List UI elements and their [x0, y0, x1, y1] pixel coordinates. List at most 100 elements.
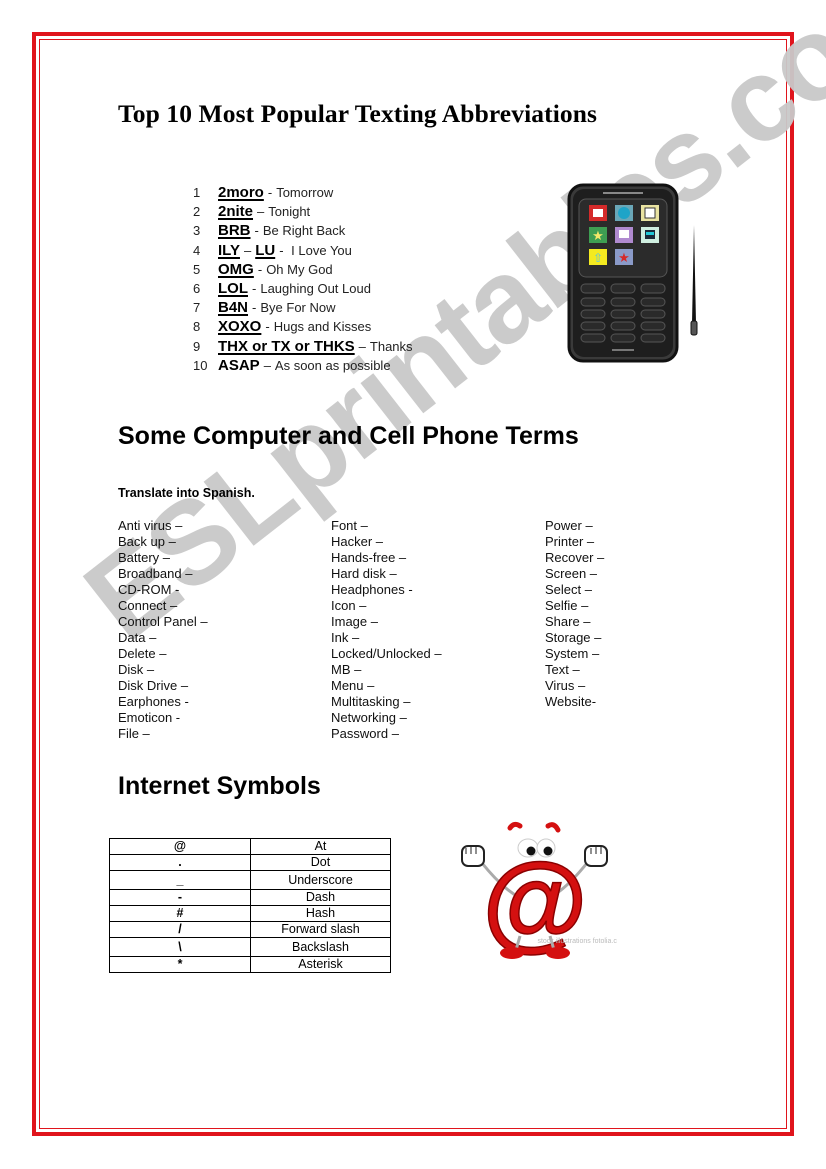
abbreviations-title: Top 10 Most Popular Texting Abbreviation… — [118, 99, 598, 128]
abbreviation-code: 2moro — [218, 184, 264, 201]
abbreviation-code: B4N — [218, 299, 249, 317]
abbreviation-number: 1 — [193, 185, 201, 200]
symbol-row: / Forward slash — [109, 921, 391, 938]
internet-symbols-table: @ At. Dot _ Underscore - Dash # Hash / Forward sla… — [109, 838, 391, 973]
abbreviation-number: 7 — [193, 300, 201, 316]
symbol-cell: . — [109, 854, 251, 871]
abbreviation-separator: - — [265, 319, 270, 335]
term-item: Locked/Unlocked – — [331, 646, 442, 661]
abbreviation-meaning: Bye For Now — [260, 300, 336, 316]
abbreviation-item: 2 2nite – Tonight — [193, 203, 413, 222]
abbreviation-separator: - — [257, 261, 263, 277]
abbreviation-meaning: Laughing Out Loud — [260, 280, 371, 296]
symbol-cell: # — [109, 905, 251, 922]
abbreviation-code: LOL — [218, 279, 248, 297]
term-item: Multitasking – — [331, 694, 411, 709]
term-item: Selfie – — [545, 598, 589, 613]
abbreviation-item: 9 THX or TX or THKS – Thanks — [193, 338, 413, 357]
abbreviation-code: THX or TX or THKS — [218, 337, 355, 355]
terms-column-2: Font – Hacker – Hands-free – Hard disk – Hea… — [331, 518, 442, 742]
abbreviation-number: 5 — [193, 261, 201, 277]
abbreviation-meaning: Tomorrow — [276, 185, 334, 200]
symbol-row: \ Backslash — [109, 937, 391, 957]
symbols-title: Internet Symbols — [118, 772, 321, 800]
abbreviation-item: 7 B4N - Bye For Now — [193, 299, 413, 318]
term-item: System – — [545, 646, 600, 661]
symbol-row: @ At — [109, 838, 391, 855]
term-item: Hacker – — [331, 534, 384, 549]
symbol-name-cell: Dot — [250, 854, 391, 871]
stylus — [690, 225, 698, 336]
term-item: Battery – — [118, 550, 171, 565]
abbreviation-meaning: I Love You — [287, 242, 352, 258]
symbol-name-cell: Forward slash — [250, 921, 391, 938]
abbreviation-code: XOXO — [218, 318, 262, 336]
symbol-name-cell: Underscore — [250, 870, 391, 890]
abbreviation-separator: – — [257, 204, 265, 220]
abbreviation-number: 6 — [193, 280, 201, 296]
abbreviation-meaning: Tonight — [268, 204, 311, 220]
abbreviations-list: 1 2moro - Tomorrow 2 2nite – Tonight 3 BRB - Be Rig… — [193, 184, 413, 376]
abbreviation-code: BRB — [218, 222, 251, 240]
term-item: Disk – — [118, 662, 155, 677]
term-item: Select – — [545, 582, 592, 597]
term-item: Networking – — [331, 710, 407, 725]
abbreviation-item: 3 BRB - Be Right Back — [193, 222, 413, 241]
abbreviation-code: ILY — [218, 241, 240, 259]
term-item: Earphones - — [118, 694, 189, 709]
abbreviation-item: 8 XOXO - Hugs and Kisses — [193, 318, 413, 337]
symbol-name-cell: Backslash — [250, 937, 391, 957]
abbreviation-separator: – — [358, 338, 366, 354]
terms-column-1: Anti virus – Back up – Battery – Broadband … — [118, 518, 208, 742]
abbreviation-separator: - — [267, 185, 273, 200]
svg-text:⇧: ⇧ — [593, 251, 603, 265]
cell-phone-image: ★ ⇧ ★ — [567, 183, 698, 363]
term-item: Broadband – — [118, 566, 193, 581]
at-sign-mascot-image: @ stock illustrations fotolia.com — [461, 821, 617, 962]
symbol-name-cell: At — [250, 838, 391, 855]
term-item: Hands-free – — [331, 550, 407, 565]
symbol-row: _ Underscore — [109, 870, 391, 890]
term-item: Text – — [545, 662, 580, 677]
term-item: Icon – — [331, 598, 367, 613]
abbreviation-separator: – — [263, 357, 271, 373]
abbreviation-item: 6 LOL - Laughing Out Loud — [193, 280, 413, 299]
symbol-cell: * — [109, 956, 251, 973]
image-credit: stock illustrations fotolia.com — [537, 938, 617, 945]
term-item: Control Panel – — [118, 614, 208, 629]
terms-column-3: Power – Printer – Recover – Screen – Select … — [545, 518, 604, 710]
symbol-cell: \ — [109, 937, 251, 957]
abbreviation-item: 5 OMG - Oh My God — [193, 261, 413, 280]
terms-title: Some Computer and Cell Phone Terms — [118, 422, 579, 450]
abbreviation-item: 1 2moro - Tomorrow — [193, 184, 413, 203]
left-glove — [461, 845, 485, 867]
abbreviation-code: OMG — [218, 260, 254, 278]
symbol-row: . Dot — [109, 854, 391, 871]
symbol-cell: _ — [109, 870, 251, 890]
term-item: Disk Drive – — [118, 678, 189, 693]
abbreviation-number: 4 — [193, 242, 201, 258]
abbreviation-code: LU — [255, 241, 276, 259]
svg-text:★: ★ — [592, 228, 604, 243]
symbol-cell: @ — [109, 838, 251, 855]
term-item: Share – — [545, 614, 591, 629]
term-item: File – — [118, 726, 150, 741]
term-item: Data – — [118, 630, 157, 645]
right-glove — [584, 845, 608, 867]
term-item: Headphones - — [331, 582, 413, 597]
symbol-row: * Asterisk — [109, 956, 391, 973]
term-item: Back up – — [118, 534, 176, 549]
term-item: Delete – — [118, 646, 167, 661]
abbreviation-number: 8 — [193, 319, 201, 335]
abbreviation-separator: - — [252, 300, 257, 316]
abbreviation-separator: - — [252, 280, 257, 296]
term-item: Password – — [331, 726, 399, 741]
abbreviation-joiner: – — [243, 242, 252, 258]
term-item: Image – — [331, 614, 378, 629]
abbreviation-item: 4 ILY – LU - I Love You — [193, 242, 413, 261]
abbreviation-meaning: Oh My God — [266, 261, 333, 277]
abbreviation-meaning: Thanks — [369, 338, 413, 354]
worksheet: Top 10 Most Popular Texting Abbreviation… — [0, 0, 826, 1169]
abbreviation-item: 10 ASAP – As soon as possible — [193, 357, 413, 376]
term-item: CD-ROM - — [118, 582, 180, 597]
